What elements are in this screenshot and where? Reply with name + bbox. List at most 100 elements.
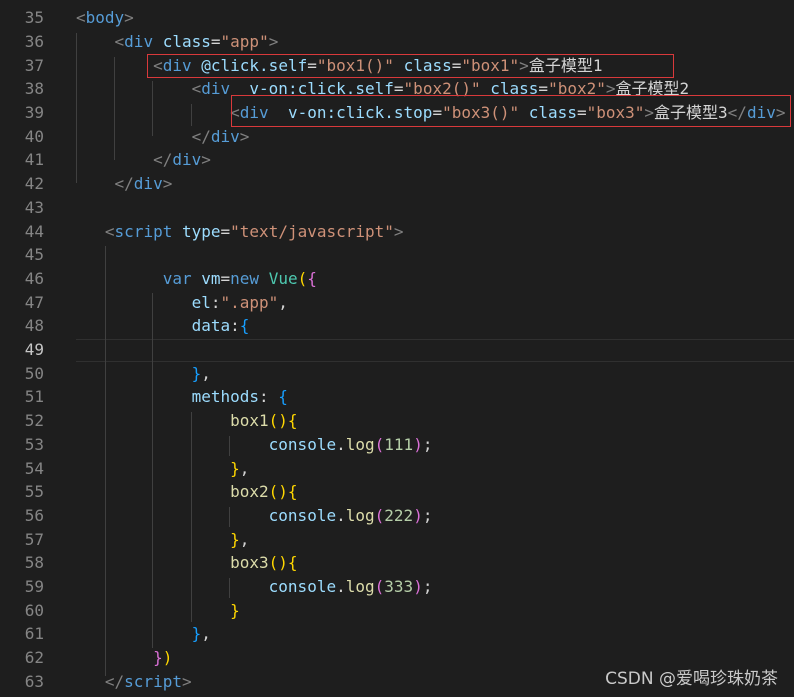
line-number: 39 bbox=[24, 103, 44, 122]
code-text: </div> bbox=[76, 125, 250, 149]
code-token: > bbox=[201, 150, 211, 170]
line-number: 42 bbox=[24, 174, 44, 194]
code-line[interactable]: 53 console.log(111); bbox=[0, 433, 794, 457]
code-token: > bbox=[181, 671, 192, 691]
code-text: box2(){ bbox=[76, 480, 297, 504]
code-text: methods: { bbox=[76, 385, 288, 409]
code-line[interactable]: 35 <body> bbox=[0, 6, 794, 30]
indent-guide bbox=[191, 412, 192, 622]
code-text: </div> bbox=[76, 172, 173, 196]
code-token: log bbox=[345, 577, 375, 596]
indent-guide bbox=[152, 81, 153, 136]
code-token: vm bbox=[201, 268, 221, 288]
code-token: < bbox=[191, 79, 202, 99]
code-line[interactable]: 56 console.log(222); bbox=[0, 504, 794, 528]
code-token: ) bbox=[162, 648, 173, 668]
code-text: }, bbox=[76, 528, 249, 552]
line-number: 50 bbox=[24, 363, 44, 383]
code-editor[interactable]: 35 <body> 36 <div class="app"> 37 <div @cli… bbox=[0, 0, 794, 697]
code-token: { bbox=[278, 387, 288, 407]
code-token: methods bbox=[191, 387, 260, 407]
code-token: box1 bbox=[230, 411, 269, 431]
code-text: }) bbox=[76, 646, 172, 670]
code-text: console.log(333); bbox=[76, 575, 433, 599]
code-token: box3 bbox=[230, 553, 269, 573]
code-line[interactable]: 48 data:{ bbox=[0, 314, 794, 338]
code-line[interactable]: 61 }, bbox=[0, 622, 794, 646]
code-token: : bbox=[259, 387, 279, 407]
line-number: 41 bbox=[24, 150, 44, 170]
code-line[interactable]: 60 } bbox=[0, 599, 794, 623]
code-token: </ bbox=[114, 174, 134, 194]
code-token: type bbox=[181, 221, 221, 241]
code-token: </ bbox=[191, 126, 211, 146]
code-token: . bbox=[336, 434, 346, 454]
code-token: } bbox=[191, 624, 202, 644]
code-token: > bbox=[162, 174, 173, 194]
code-line[interactable]: 36 <div class="app"> bbox=[0, 30, 794, 54]
code-token: div bbox=[124, 31, 154, 51]
code-token: var bbox=[162, 268, 192, 288]
code-line[interactable]: 44 <script type="text/javascript"> bbox=[0, 220, 794, 244]
code-token: ( bbox=[374, 577, 385, 596]
code-token: , bbox=[201, 363, 211, 383]
line-number: 58 bbox=[24, 553, 44, 573]
line-number: 52 bbox=[24, 411, 44, 431]
code-line[interactable]: 52 box1(){ bbox=[0, 409, 794, 433]
code-line[interactable]: 42 </div> bbox=[0, 172, 794, 196]
annotation-box-line-37 bbox=[147, 54, 674, 78]
code-line[interactable]: 41 </div> bbox=[0, 148, 794, 172]
code-token: , bbox=[239, 529, 250, 549]
code-line[interactable]: 50 }, bbox=[0, 362, 794, 386]
code-line[interactable]: 58 box3(){ bbox=[0, 551, 794, 575]
line-number: 53 bbox=[24, 434, 44, 454]
code-line[interactable]: 46 var vm=new Vue({ bbox=[0, 267, 794, 291]
code-token: , bbox=[278, 292, 288, 312]
line-number: 43 bbox=[24, 197, 44, 217]
code-line[interactable]: 43 bbox=[0, 196, 794, 220]
line-number: 63 bbox=[24, 671, 44, 691]
code-line[interactable]: 59 console.log(333); bbox=[0, 575, 794, 599]
line-number: 61 bbox=[24, 624, 44, 644]
code-text: var vm=new Vue({ bbox=[76, 267, 317, 291]
code-token: () bbox=[268, 411, 288, 431]
line-number: 35 bbox=[24, 8, 44, 28]
code-token: } bbox=[230, 458, 240, 478]
code-line[interactable]: 57 }, bbox=[0, 528, 794, 552]
line-number: 38 bbox=[24, 79, 44, 99]
code-text: console.log(222); bbox=[76, 504, 433, 528]
indent-guide bbox=[76, 33, 77, 183]
code-token: console bbox=[268, 505, 337, 525]
code-token: 333 bbox=[384, 577, 414, 596]
code-token: log bbox=[345, 434, 375, 454]
code-text: }, bbox=[76, 362, 211, 386]
code-line[interactable]: 55 box2(){ bbox=[0, 480, 794, 504]
code-token: ; bbox=[422, 505, 433, 525]
code-line[interactable]: 49 bbox=[0, 338, 794, 362]
code-token: < bbox=[114, 31, 125, 51]
line-number: 56 bbox=[24, 505, 44, 525]
code-token: } bbox=[191, 363, 202, 383]
code-token: script bbox=[114, 221, 173, 241]
code-token: div bbox=[210, 126, 240, 146]
code-line[interactable]: 45 bbox=[0, 243, 794, 267]
line-number: 49 bbox=[24, 340, 44, 359]
code-text: <body> bbox=[76, 6, 134, 30]
code-line[interactable]: 54 }, bbox=[0, 457, 794, 481]
code-line[interactable]: 51 methods: { bbox=[0, 385, 794, 409]
code-token: : bbox=[230, 316, 240, 336]
code-line[interactable]: 47 el:".app", bbox=[0, 291, 794, 315]
code-token: class bbox=[162, 31, 211, 51]
code-token: "text/javascript" bbox=[230, 221, 394, 241]
code-token: = bbox=[210, 31, 221, 51]
code-token: = bbox=[220, 221, 231, 241]
code-line[interactable]: 40 </div> bbox=[0, 125, 794, 149]
